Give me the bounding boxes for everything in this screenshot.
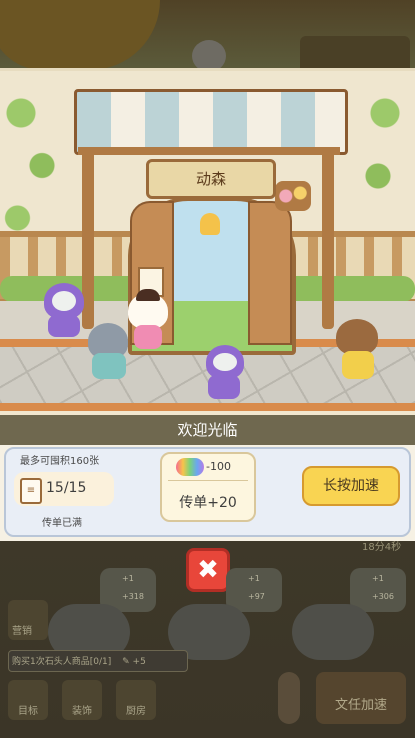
welcome-panel-title: 欢迎光临 xyxy=(0,415,415,445)
flyer-reward: 传单+20 xyxy=(179,495,237,511)
marketing-label: 营销 xyxy=(12,626,32,637)
candy-icon xyxy=(176,458,204,476)
flyer-count: 15/15 xyxy=(46,480,87,496)
customer-purple-cat-2 xyxy=(206,345,244,379)
flower-pot-icon xyxy=(275,181,311,211)
shop-beam xyxy=(78,147,340,155)
customer-purple-cat-body xyxy=(48,315,80,337)
shop-sign: 动森 xyxy=(146,159,276,199)
shop-scene: 动森 xyxy=(0,68,415,418)
customer-purple-cat xyxy=(44,283,84,319)
customer-purple-cat-2-body xyxy=(208,375,240,399)
curb-bottom xyxy=(0,403,415,411)
sheep-worker xyxy=(292,604,374,660)
flyer-icon: ≡ xyxy=(20,478,42,504)
customer-bear xyxy=(336,319,378,355)
kitchen-button[interactable]: 厨房 xyxy=(116,680,156,720)
customer-dog-hat xyxy=(136,289,160,301)
shop-awning xyxy=(74,89,348,155)
close-button[interactable]: ✖ xyxy=(186,548,230,592)
flyer-button-divider xyxy=(168,480,248,481)
customer-dog-body xyxy=(134,325,162,349)
task-accelerate-label: 文任加速 xyxy=(334,698,387,713)
hold-accelerate-button[interactable]: 长按加速 xyxy=(302,466,400,506)
reward-bubble: +1 +306 xyxy=(350,568,406,612)
door-panel-right xyxy=(248,201,292,345)
goal-button[interactable]: 目标 xyxy=(8,680,48,720)
customer-grey-cat-body xyxy=(92,353,126,379)
bell-icon xyxy=(200,213,220,235)
countdown-timer: 18分4秒 xyxy=(362,542,402,553)
customer-bear-body xyxy=(342,351,374,379)
decorate-button[interactable]: 装饰 xyxy=(62,680,102,720)
thermometer-icon xyxy=(278,672,300,724)
flyer-status: 传单已满 xyxy=(42,518,82,529)
max-flyers-label: 最多可囤积160张 xyxy=(20,456,100,467)
flyer-cost: -100 xyxy=(206,460,231,473)
reward-bubble: +1 +97 xyxy=(226,568,282,612)
task-ticker-text: 购买1次石头人商品[0/1] ✎ +5 xyxy=(12,657,146,667)
